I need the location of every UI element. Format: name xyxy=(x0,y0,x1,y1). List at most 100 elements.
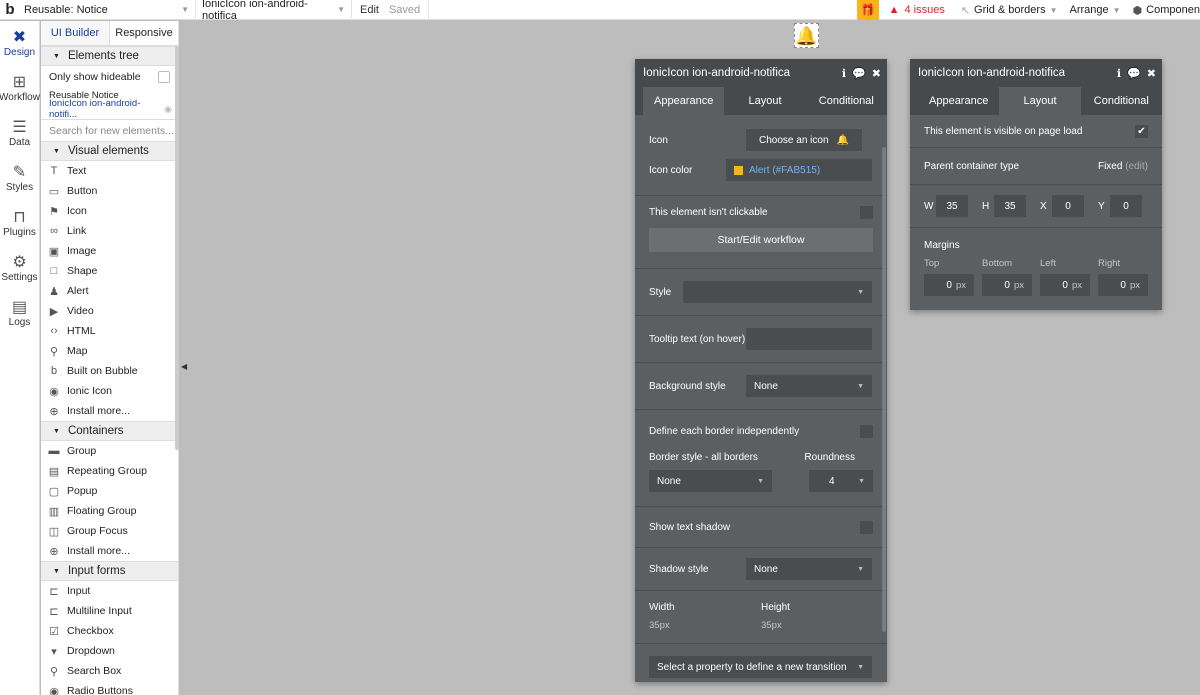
background-style-dropdown[interactable]: None ▼ xyxy=(746,375,872,397)
grid-borders-menu[interactable]: ↖ Grid & borders ▼ xyxy=(955,4,1064,17)
element-select[interactable]: IonicIcon ion-android-notifica ▼ xyxy=(196,0,352,22)
issues-button[interactable]: ▲ 4 issues xyxy=(879,4,955,16)
transition-dropdown[interactable]: Select a property to define a new transi… xyxy=(649,656,872,678)
border-independent-checkbox[interactable] xyxy=(860,424,873,438)
palette-item-icon[interactable]: ⚑ Icon xyxy=(41,201,178,221)
bubble-logo[interactable]: b xyxy=(2,1,18,18)
x-input[interactable]: 0 xyxy=(1052,195,1084,217)
eye-icon[interactable]: ◉ xyxy=(164,104,172,115)
input-forms-header[interactable]: ▼ Input forms xyxy=(41,561,178,581)
palette-item-image[interactable]: ▣ Image xyxy=(41,241,178,261)
rail-logs[interactable]: ▤ Logs xyxy=(0,291,39,336)
containers-header[interactable]: ▼ Containers xyxy=(41,421,178,441)
margin-bottom-input[interactable]: 0 px xyxy=(982,274,1032,296)
panel-header[interactable]: IonicIcon ion-android-notifica ℹ 💬 ✖ xyxy=(635,59,887,87)
section-title: Input forms xyxy=(67,565,126,577)
panel-scrollbar[interactable] xyxy=(882,147,886,632)
close-icon[interactable]: ✖ xyxy=(1147,67,1156,80)
choose-icon-button[interactable]: Choose an icon 🔔 xyxy=(746,129,862,151)
shadow-style-dropdown[interactable]: None ▼ xyxy=(746,558,872,580)
palette-item-repeating-group[interactable]: ▤ Repeating Group xyxy=(41,461,178,481)
tab-appearance[interactable]: Appearance xyxy=(918,87,999,115)
palette-item-group-focus[interactable]: ◫ Group Focus xyxy=(41,521,178,541)
tooltip-input[interactable] xyxy=(746,328,872,350)
palette-item-floating-group[interactable]: ▥ Floating Group xyxy=(41,501,178,521)
close-icon[interactable]: ✖ xyxy=(872,67,881,80)
palette-item-popup[interactable]: ▢ Popup xyxy=(41,481,178,501)
tab-conditional[interactable]: Conditional xyxy=(806,87,887,115)
tree-selected-item[interactable]: IonicIcon ion-android-notifi... ◉ xyxy=(41,98,178,120)
visual-elements-header[interactable]: ▼ Visual elements xyxy=(41,141,178,161)
palette-item-html[interactable]: ‹› HTML xyxy=(41,321,178,341)
tab-ui-builder[interactable]: UI Builder xyxy=(41,21,110,45)
tab-conditional[interactable]: Conditional xyxy=(1081,87,1162,115)
tab-layout[interactable]: Layout xyxy=(999,87,1081,115)
palette-item-search-box[interactable]: ⚲ Search Box xyxy=(41,661,178,681)
margin-left-input[interactable]: 0 px xyxy=(1040,274,1090,296)
tab-appearance[interactable]: Appearance xyxy=(643,87,725,115)
rail-data[interactable]: ☰ Data xyxy=(0,111,39,156)
gear-icon: ⚙ xyxy=(12,254,27,271)
only-hideable-checkbox[interactable] xyxy=(158,71,170,83)
edit-label[interactable]: Edit xyxy=(360,4,379,16)
width-input[interactable]: 35 xyxy=(936,195,968,217)
rail-settings[interactable]: ⚙ Settings xyxy=(0,246,39,291)
info-icon[interactable]: ℹ xyxy=(1117,67,1121,80)
palette-item-button[interactable]: ▭ Button xyxy=(41,181,178,201)
comment-icon[interactable]: 💬 xyxy=(1127,67,1141,80)
border-style-value: None xyxy=(657,475,681,487)
only-hideable-toggle[interactable]: Only show hideable xyxy=(41,66,178,88)
palette-item-install-more[interactable]: ⊕ Install more... xyxy=(41,541,178,561)
palette-item-alert[interactable]: ♟ Alert xyxy=(41,281,178,301)
elements-tree-header[interactable]: ▼ Elements tree xyxy=(41,46,178,66)
palette-item-dropdown[interactable]: ▾ Dropdown xyxy=(41,641,178,661)
palette-item-checkbox[interactable]: ☑ Checkbox xyxy=(41,621,178,641)
palette-item-shape[interactable]: □ Shape xyxy=(41,261,178,281)
y-input[interactable]: 0 xyxy=(1110,195,1142,217)
palette-item-video[interactable]: ▶ Video xyxy=(41,301,178,321)
palette-item-install-more[interactable]: ⊕ Install more... xyxy=(41,401,178,421)
start-edit-workflow-button[interactable]: Start/Edit workflow xyxy=(649,228,873,252)
components-menu[interactable]: ⬢ Componen xyxy=(1127,4,1200,17)
icon-color-picker[interactable]: Alert (#FAB515) xyxy=(726,159,872,181)
text-shadow-checkbox[interactable] xyxy=(860,520,873,534)
roundness-dropdown[interactable]: 4 ▼ xyxy=(809,470,873,492)
palette-item-radio-buttons[interactable]: ◉ Radio Buttons xyxy=(41,681,178,695)
palette-item-ionic-icon[interactable]: ◉ Ionic Icon xyxy=(41,381,178,401)
border-style-dropdown[interactable]: None ▼ xyxy=(649,470,772,492)
rail-workflow[interactable]: ⊞ Workflow xyxy=(0,66,40,111)
border-independent-label: Define each border independently xyxy=(649,425,800,437)
palette-item-group[interactable]: ▬ Group xyxy=(41,441,178,461)
margin-right-input[interactable]: 0 px xyxy=(1098,274,1148,296)
palette-scrollbar[interactable] xyxy=(175,46,179,450)
panel-header[interactable]: IonicIcon ion-android-notifica ℹ 💬 ✖ xyxy=(910,59,1162,87)
palette-item-multiline-input[interactable]: ⊏ Multiline Input xyxy=(41,601,178,621)
tab-layout[interactable]: Layout xyxy=(724,87,805,115)
gift-icon[interactable]: 🎁 xyxy=(856,0,879,20)
rail-plugins[interactable]: ⊓ Plugins xyxy=(0,201,39,246)
palette-item-input[interactable]: ⊏ Input xyxy=(41,581,178,601)
palette-item-text[interactable]: T Text xyxy=(41,161,178,181)
not-clickable-checkbox[interactable] xyxy=(860,205,873,219)
visible-on-load-checkbox[interactable]: ✔ xyxy=(1135,124,1148,138)
arrange-menu[interactable]: Arrange ▼ xyxy=(1064,4,1127,16)
section-title: Visual elements xyxy=(67,145,149,157)
palette-item-link[interactable]: ∞ Link xyxy=(41,221,178,241)
rail-design[interactable]: ✖ Design xyxy=(0,21,39,66)
style-dropdown[interactable]: ▼ xyxy=(683,281,872,303)
page-select[interactable]: Reusable: Notice ▼ xyxy=(18,0,196,20)
background-style-label: Background style xyxy=(649,380,726,392)
tab-responsive[interactable]: Responsive xyxy=(110,21,178,45)
palette-item-map[interactable]: ⚲ Map xyxy=(41,341,178,361)
info-icon[interactable]: ℹ xyxy=(842,67,846,80)
canvas-ionic-icon[interactable]: 🔔 xyxy=(794,23,819,48)
comment-icon[interactable]: 💬 xyxy=(852,67,866,80)
height-input[interactable]: 35 xyxy=(994,195,1026,217)
palette-item-built-on-bubble[interactable]: b Built on Bubble xyxy=(41,361,178,381)
search-elements-input[interactable]: Search for new elements... xyxy=(41,119,178,141)
parent-container-edit-link[interactable]: (edit) xyxy=(1125,161,1148,172)
collapse-arrow-icon[interactable]: ◀ xyxy=(181,362,187,371)
rail-styles[interactable]: ✎ Styles xyxy=(0,156,39,201)
element-palette: UI Builder Responsive ▼ Elements tree Onl… xyxy=(41,21,179,695)
margin-top-input[interactable]: 0 px xyxy=(924,274,974,296)
